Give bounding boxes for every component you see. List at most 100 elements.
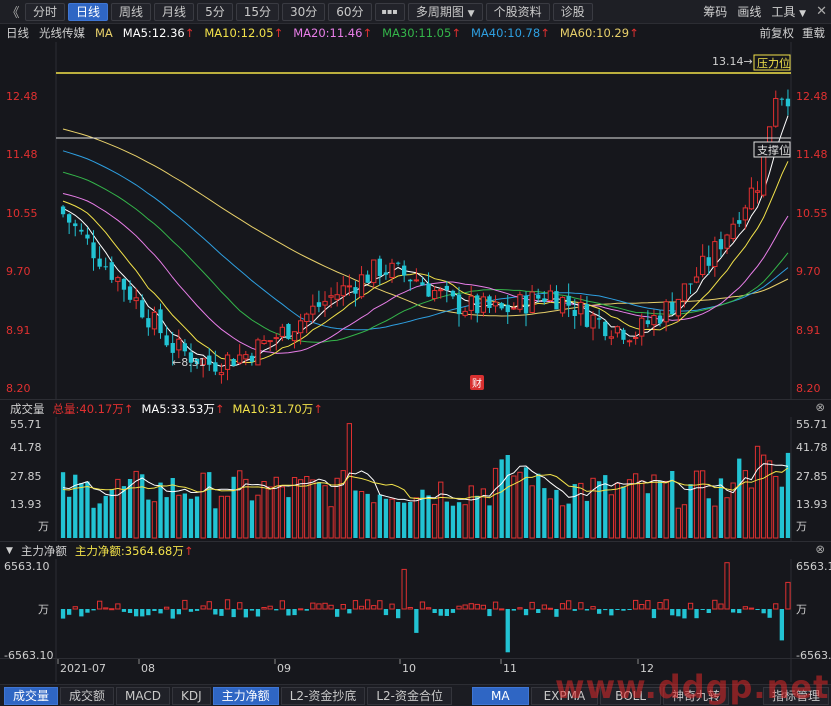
candle-body — [67, 214, 72, 223]
tools-label: 工具 — [771, 5, 796, 19]
money-bar — [742, 606, 749, 610]
tab-5min[interactable]: 5分 — [197, 2, 233, 21]
kline-chart-svg[interactable]: 12.48 12.48 11.48 11.48 10.55 10.55 9.70 9.70 8.… — [0, 42, 831, 682]
money-bar — [267, 605, 273, 610]
close-icon[interactable]: ✕ — [816, 4, 827, 19]
candle-body — [170, 343, 175, 353]
overlay-button[interactable]: 重载 — [802, 25, 825, 41]
diagnose-button[interactable]: 诊股 — [552, 2, 593, 21]
volume-bar — [109, 489, 114, 538]
money-bar — [615, 609, 620, 610]
candle-body — [158, 309, 163, 334]
candle-body — [499, 303, 504, 309]
volume-bar — [529, 485, 535, 539]
indicator-manager-button[interactable]: 指标管理 — [762, 687, 829, 705]
tab-monthly[interactable]: 月线 — [154, 2, 195, 21]
multi-period-dropdown[interactable]: 多周期图 ▼ — [407, 2, 483, 21]
forward-adjust-button[interactable]: 前复权 — [760, 25, 795, 41]
volume-bar — [645, 493, 650, 538]
stock-name: 光线传媒 — [39, 26, 85, 40]
ma-indicator-label[interactable]: MA — [95, 26, 113, 40]
money-bar — [444, 609, 449, 616]
volume-bar — [188, 498, 194, 538]
tab-volume[interactable]: 成交量 — [4, 686, 59, 705]
date-label: 11 — [503, 662, 517, 675]
tab-boll[interactable]: BOLL — [600, 686, 662, 705]
money-bar — [480, 604, 487, 610]
volume-bar — [218, 495, 225, 539]
tab-l2-bottom[interactable]: L2-资金抄底 — [280, 686, 366, 705]
chart-area[interactable]: 12.48 12.48 11.48 11.48 10.55 10.55 9.70 9.70 8.… — [0, 42, 831, 682]
more-button[interactable]: ▪▪▪ — [374, 2, 405, 21]
tab-magic-nine[interactable]: 神奇九转 — [663, 686, 730, 705]
money-bar — [298, 608, 304, 611]
money-bar — [200, 605, 206, 610]
candle-body — [121, 278, 127, 290]
tab-macd[interactable]: MACD — [116, 686, 171, 705]
money-bar — [687, 602, 694, 610]
volume-bar — [91, 507, 96, 538]
volume-bar — [597, 481, 602, 538]
chevron-down-icon: ▼ — [467, 8, 475, 19]
money-bar — [255, 609, 261, 617]
candle-body — [396, 262, 401, 264]
volume-bar — [468, 485, 474, 539]
close-volume-icon[interactable]: ⊗ — [815, 400, 825, 414]
close-money-icon[interactable]: ⊗ — [815, 542, 825, 556]
candle-body — [151, 311, 158, 330]
money-bar — [335, 609, 340, 617]
volume-bar — [675, 507, 682, 539]
candle-body — [767, 126, 773, 144]
volume-ma5: MA5:33.53万↑ — [141, 401, 225, 416]
money-bar — [231, 609, 236, 618]
volume-bar — [151, 501, 158, 539]
tools-dropdown[interactable]: 工具 ▼ — [771, 3, 806, 20]
back-icon[interactable]: 《 — [4, 2, 22, 21]
volume-bar — [413, 497, 420, 539]
money-bar — [657, 602, 663, 610]
money-tick-left: 万 — [38, 603, 49, 616]
tab-expma[interactable]: EXPMA — [530, 686, 599, 705]
volume-tick-left: 55.71 — [10, 418, 42, 431]
money-bar — [292, 609, 297, 616]
money-title[interactable]: 主力净额 — [21, 543, 67, 559]
tab-l2-combine[interactable]: L2-资金合位 — [367, 686, 452, 705]
volume-title[interactable]: 成交量 — [10, 401, 45, 417]
candle-body — [383, 272, 389, 275]
tab-60min[interactable]: 60分 — [328, 2, 372, 21]
tab-15min[interactable]: 15分 — [235, 2, 279, 21]
tab-intraday[interactable]: 分时 — [25, 2, 66, 21]
money-bar — [590, 606, 596, 610]
tab-main-net[interactable]: 主力净额 — [212, 686, 279, 705]
volume-bar — [462, 504, 468, 539]
tab-turnover[interactable]: 成交额 — [60, 686, 115, 705]
tab-30min[interactable]: 30分 — [281, 2, 326, 21]
volume-bar — [146, 499, 151, 538]
candle-body — [529, 291, 535, 313]
chips-button[interactable]: 筹码 — [703, 3, 727, 20]
date-label: 12 — [640, 662, 654, 675]
candle-body — [475, 295, 480, 314]
tab-daily[interactable]: 日线 — [68, 2, 109, 21]
candle-body — [681, 283, 688, 302]
candle-body — [633, 337, 639, 339]
draw-line-button[interactable]: 画线 — [737, 3, 761, 20]
price-tick-left: 12.48 — [6, 90, 38, 103]
tab-weekly[interactable]: 周线 — [111, 2, 152, 21]
tab-kdj[interactable]: KDJ — [172, 686, 211, 705]
candles[interactable] — [60, 89, 791, 384]
candle-body — [603, 321, 608, 337]
candle-body — [706, 257, 711, 266]
stock-info-button[interactable]: 个股资料 — [485, 2, 550, 21]
tab-ma[interactable]: MA — [472, 686, 529, 705]
collapse-icon[interactable]: ▼ — [6, 546, 13, 556]
volume-bar — [298, 479, 304, 539]
candle-body — [224, 354, 231, 370]
candle-body — [492, 301, 499, 307]
ma-legend: 日线 光线传媒 MA MA5:12.36↑ MA10:12.05↑ MA20:1… — [0, 24, 831, 42]
money-bar — [419, 601, 426, 610]
candle-body — [334, 294, 340, 300]
money-bars — [60, 562, 791, 653]
money-bar — [487, 609, 492, 617]
volume-bar — [255, 494, 261, 539]
